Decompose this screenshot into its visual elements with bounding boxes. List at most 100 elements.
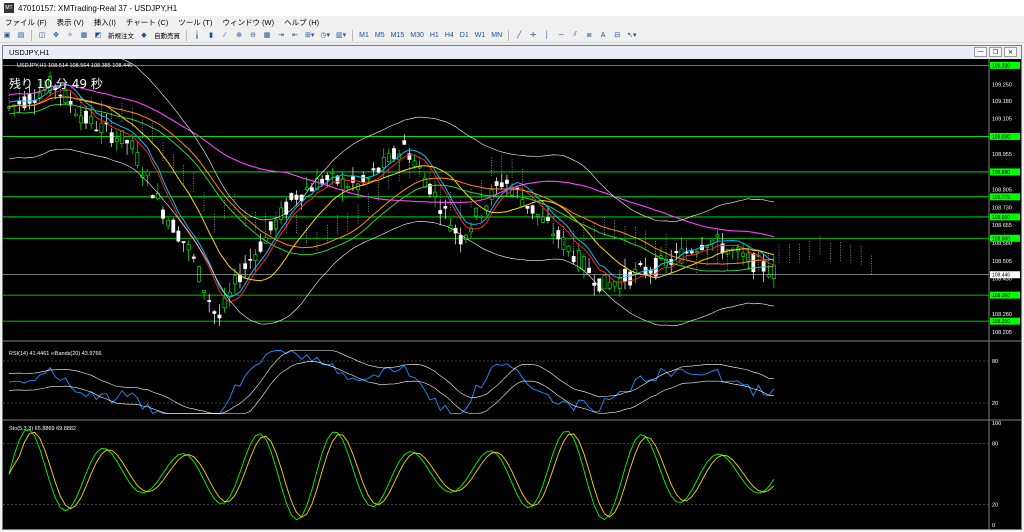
periods-icon[interactable]: ◷▾ (318, 29, 332, 41)
candle-body (741, 252, 745, 257)
candle-body (525, 205, 530, 209)
auto-trading-label: 自動売買 (154, 33, 180, 40)
candle-body (166, 220, 171, 227)
channel-icon[interactable]: ⫽ (569, 29, 581, 41)
window-titlebar: MT 47010157: XMTrading-Real 37 - USDJPY,… (0, 0, 1024, 16)
chart-titlebar: USDJPY,H1 — ❐ ✕ (3, 46, 1021, 59)
candle-body (499, 182, 504, 188)
auto-trading-button[interactable]: 自動売買 (152, 29, 182, 41)
text-tool[interactable]: A (597, 29, 609, 41)
zoom-in-icon[interactable]: ⊕ (233, 29, 245, 41)
candlestick-icon[interactable]: ▮ (205, 29, 217, 41)
chart-window-title: USDJPY,H1 (9, 48, 50, 57)
indicators-icon[interactable]: ⊞▾ (303, 29, 316, 41)
candle-body (551, 233, 556, 237)
tf-m30[interactable]: M30 (408, 29, 426, 41)
level-price-label: 108.360 (992, 293, 1010, 299)
autoscroll-icon[interactable]: ⇥ (275, 29, 287, 41)
chart-window: USDJPY,H1 — ❐ ✕ 109.330109.250109.180109… (2, 45, 1022, 530)
candle-body (535, 214, 540, 217)
label-icon[interactable]: ⊟ (611, 29, 623, 41)
candle-body (171, 219, 176, 233)
tf-d1[interactable]: D1 (458, 29, 471, 41)
chart-shift-icon[interactable]: ⇤ (289, 29, 301, 41)
tf-h1[interactable]: H1 (428, 29, 441, 41)
zoom-out-icon[interactable]: ⊖ (247, 29, 259, 41)
fibonacci-icon[interactable]: ≣ (583, 29, 595, 41)
current-price-label: 108.446 (992, 273, 1010, 279)
price-tick: 108.805 (992, 188, 1012, 194)
level-price-label: 108.600 (992, 236, 1010, 242)
templates-icon[interactable]: ▥▾ (334, 29, 348, 41)
data-window-icon[interactable]: ✥ (50, 29, 62, 41)
trendline-icon[interactable]: ╱ (513, 29, 525, 41)
level-price-label: 108.880 (992, 170, 1010, 176)
menu-file[interactable]: ファイル (F) (0, 17, 52, 28)
profiles-icon[interactable]: ▤ (15, 29, 27, 41)
new-chart-icon[interactable]: ▣ (1, 29, 13, 41)
tile-icon[interactable]: ▦ (261, 29, 273, 41)
candle-body (345, 186, 350, 189)
candle-body (376, 167, 381, 173)
terminal-icon[interactable]: ▦ (78, 29, 90, 41)
candle-body (191, 256, 196, 259)
rsi-band-upper (8, 350, 774, 415)
candle-body (546, 217, 550, 222)
restore-icon[interactable]: ❐ (989, 47, 1002, 57)
candle-body (227, 291, 232, 297)
vertical-line-icon[interactable]: │ (541, 29, 553, 41)
price-tick: 108.730 (992, 205, 1012, 211)
tf-m1[interactable]: M1 (357, 29, 371, 41)
bar-chart-icon[interactable]: ╽ (191, 29, 203, 41)
menu-help[interactable]: ヘルプ (H) (279, 17, 324, 28)
candle-body (73, 113, 78, 116)
menu-bar: ファイル (F) 表示 (V) 挿入(I) チャート (C) ツール (T) ウ… (0, 16, 1024, 28)
candle-body (258, 241, 263, 252)
candle-body (150, 195, 155, 199)
tf-m5[interactable]: M5 (373, 29, 387, 41)
candle-body (530, 205, 535, 214)
menu-tools[interactable]: ツール (T) (173, 17, 217, 28)
tester-icon[interactable]: ◩ (92, 29, 104, 41)
navigator-icon[interactable]: ✧ (64, 29, 76, 41)
price-tick: 108.280 (992, 312, 1012, 318)
price-tick: 108.505 (992, 259, 1012, 265)
menu-view[interactable]: 表示 (V) (52, 17, 89, 28)
candle-body (161, 209, 165, 219)
horizontal-line-icon[interactable]: ─ (555, 29, 567, 41)
tf-h4[interactable]: H4 (443, 29, 456, 41)
line-chart-icon[interactable]: ∕ (219, 29, 231, 41)
price-tick: 109.250 (992, 82, 1012, 88)
close-icon[interactable]: ✕ (1004, 47, 1017, 57)
candle-body (197, 266, 201, 283)
candle-body (217, 314, 222, 319)
metaeditor-icon[interactable]: ◆ (138, 29, 150, 41)
chart-header: USDJPY,H1 108.514 108.564 108.385 108.44… (17, 63, 133, 69)
arrows-icon[interactable]: ➷▾ (625, 29, 638, 41)
candle-body (309, 187, 314, 192)
price-chart[interactable]: 109.330 109.250 109.180 109.105 109.030 108.9… (3, 59, 1021, 530)
tf-w1[interactable]: W1 (473, 29, 488, 41)
market-watch-icon[interactable]: ◫ (36, 29, 48, 41)
candle-body (17, 100, 22, 105)
new-order-button[interactable]: 新規注文 (106, 29, 136, 41)
stoch-tick: 0 (992, 523, 995, 529)
tf-mn[interactable]: MN (489, 29, 504, 41)
candle-body (761, 261, 766, 272)
candle-body (125, 140, 129, 144)
minimize-icon[interactable]: — (974, 47, 987, 57)
tf-m15[interactable]: M15 (389, 29, 407, 41)
candle-body (720, 243, 725, 254)
menu-charts[interactable]: チャート (C) (121, 17, 173, 28)
candle-body (381, 157, 386, 168)
menu-window[interactable]: ウィンドウ (W) (217, 17, 279, 28)
crosshair-icon[interactable]: ✛ (527, 29, 539, 41)
window-title: 47010157: XMTrading-Real 37 - USDJPY,H1 (18, 3, 178, 13)
menu-insert[interactable]: 挿入(I) (89, 17, 121, 28)
candle-body (78, 115, 83, 124)
candle-body (330, 171, 335, 174)
candle-body (207, 300, 212, 302)
candle-body (689, 250, 694, 254)
candle-body (489, 189, 494, 200)
candle-body (325, 175, 330, 181)
